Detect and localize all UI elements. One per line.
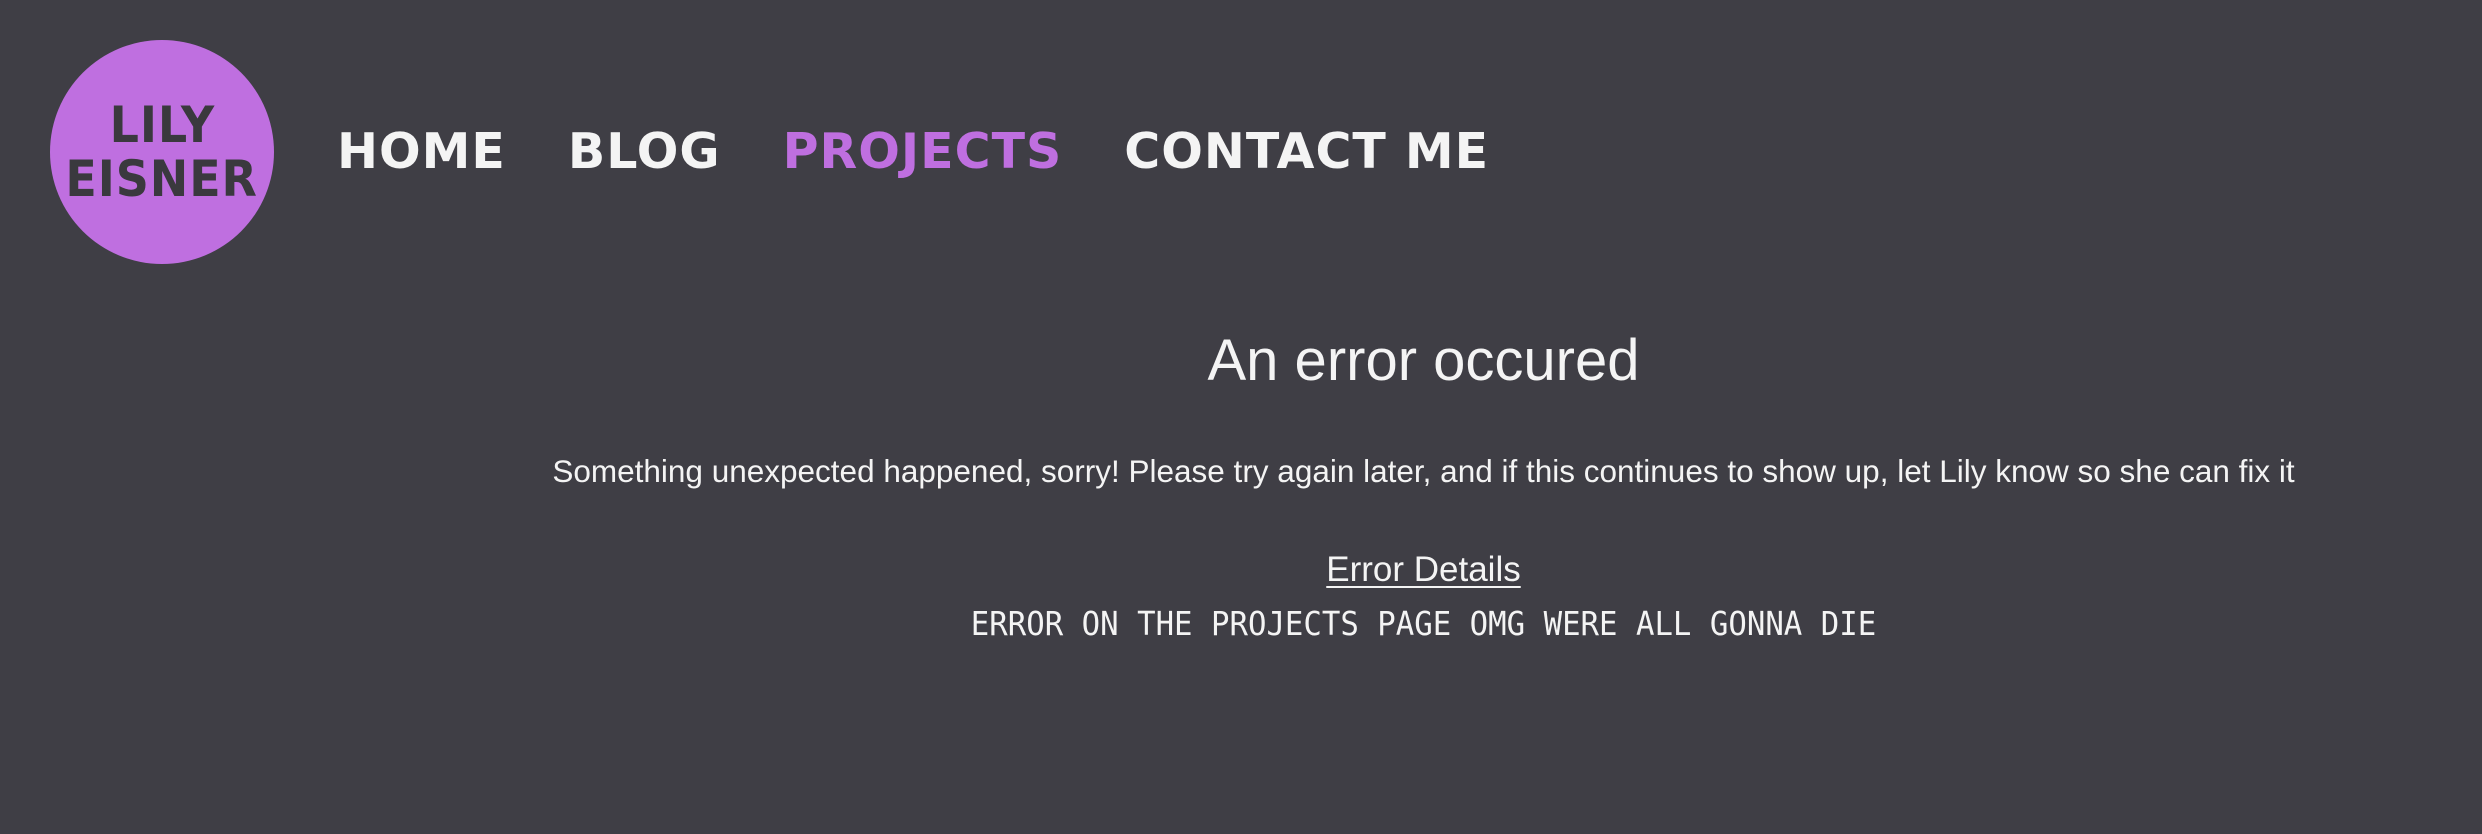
main-nav: HOME BLOG PROJECTS CONTACT ME	[337, 125, 1551, 179]
logo-first-name: LILY	[109, 96, 215, 154]
error-title: An error occured	[1207, 328, 1640, 393]
error-details-toggle-container: Error Details	[365, 548, 2482, 592]
error-details-link[interactable]: Error Details	[1326, 550, 1520, 589]
error-message: Something unexpected happened, sorry! Pl…	[552, 453, 2295, 489]
nav-item-blog[interactable]: BLOG	[568, 125, 721, 179]
site-logo[interactable]: LILY EISNER	[50, 40, 274, 264]
error-details-text: ERROR ON THE PROJECTS PAGE OMG WERE ALL …	[970, 604, 1877, 643]
nav-item-projects[interactable]: PROJECTS	[783, 125, 1063, 179]
nav-item-home[interactable]: HOME	[337, 125, 506, 179]
nav-item-contact-me[interactable]: CONTACT ME	[1124, 125, 1489, 179]
logo-last-name: EISNER	[65, 150, 259, 208]
